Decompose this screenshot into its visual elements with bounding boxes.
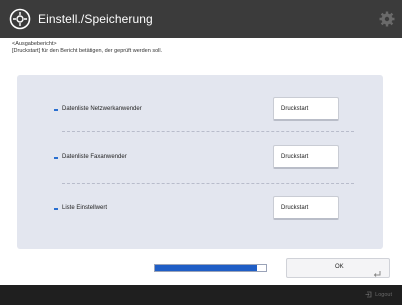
title-bar: Einstell./Speicherung xyxy=(0,0,402,38)
bullet-icon xyxy=(54,157,58,159)
logout-label: Logout xyxy=(375,291,392,298)
instruction-text: <Ausgabebericht> [Druckstart] für den Be… xyxy=(12,41,392,55)
list-item: Datenliste Faxanwender Druckstart xyxy=(17,145,383,175)
page-title: Einstell./Speicherung xyxy=(38,12,153,26)
settings-register-icon xyxy=(6,5,34,33)
report-label-network-users: Datenliste Netzwerkanwender xyxy=(62,106,142,112)
bullet-icon xyxy=(54,109,58,111)
report-label-fax-users: Datenliste Faxanwender xyxy=(62,154,127,160)
notice-description: [Druckstart] für den Bericht betätigen, … xyxy=(12,48,163,54)
bullet-icon xyxy=(54,208,58,210)
list-item: Liste Einstellwert Druckstart xyxy=(17,196,383,226)
divider xyxy=(62,183,354,184)
print-start-button-settings-list[interactable]: Druckstart xyxy=(273,196,339,220)
progress-fill xyxy=(155,265,258,271)
gear-icon[interactable] xyxy=(378,10,396,28)
list-item: Datenliste Netzwerkanwender Druckstart xyxy=(17,97,383,127)
print-start-button-fax-users[interactable]: Druckstart xyxy=(273,145,339,169)
enter-icon xyxy=(373,265,381,277)
progress-bar xyxy=(154,264,267,272)
ok-button[interactable]: OK xyxy=(286,258,390,278)
ok-label: OK xyxy=(335,264,344,270)
logout-button[interactable]: Logout xyxy=(365,291,392,298)
status-bar: Logout xyxy=(0,285,402,305)
notice-heading: <Ausgabebericht> xyxy=(12,41,57,47)
divider xyxy=(62,131,354,132)
logout-icon xyxy=(365,291,372,298)
report-label-settings-list: Liste Einstellwert xyxy=(62,205,108,211)
report-list-panel: Datenliste Netzwerkanwender Druckstart D… xyxy=(17,75,383,249)
print-start-button-network-users[interactable]: Druckstart xyxy=(273,97,339,121)
